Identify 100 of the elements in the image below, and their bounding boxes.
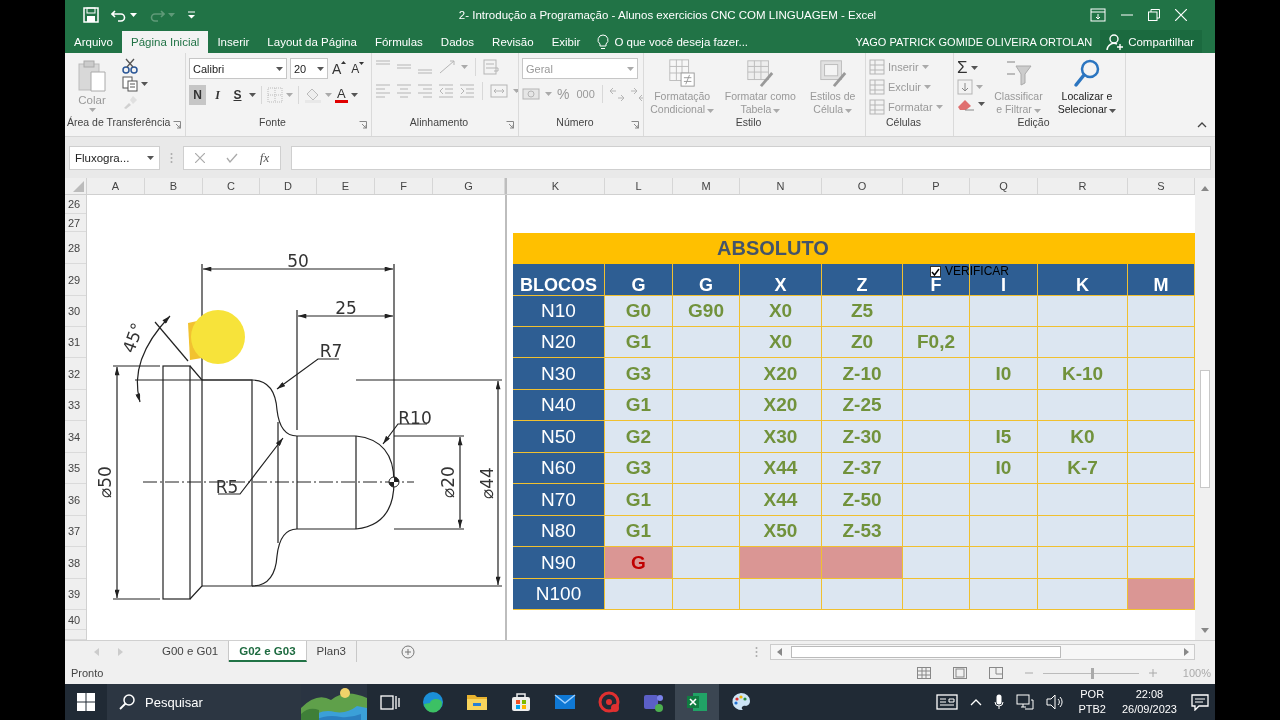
customize-icon[interactable] xyxy=(187,11,196,19)
notification-icon[interactable] xyxy=(1191,693,1209,711)
column-header[interactable]: E xyxy=(317,178,375,194)
column-header[interactable]: Q xyxy=(970,178,1038,194)
arrow-up-icon[interactable] xyxy=(1201,185,1209,191)
input-language[interactable]: POR xyxy=(1080,687,1105,702)
caret-icon[interactable] xyxy=(130,13,137,17)
page-break-view-icon[interactable] xyxy=(988,667,1003,679)
scrollbar-thumb[interactable] xyxy=(1200,370,1210,488)
decimal-arrow-icon[interactable] xyxy=(628,86,643,102)
speaker-icon[interactable] xyxy=(1046,694,1065,710)
ribbon-tab[interactable]: Revisão xyxy=(483,31,543,53)
network-icon[interactable] xyxy=(1016,694,1035,710)
ribbon-tab[interactable]: Layout da Página xyxy=(258,31,366,53)
grow-font-button[interactable]: A xyxy=(331,60,348,77)
keyboard-layout[interactable]: PTB2 xyxy=(1078,702,1106,717)
down-arrow-box-icon[interactable] xyxy=(957,79,973,95)
close-icon[interactable] xyxy=(1175,9,1187,21)
plus-circle-icon[interactable] xyxy=(400,644,415,659)
column-header[interactable]: C xyxy=(203,178,260,194)
indent-icon[interactable] xyxy=(438,84,454,98)
column-header[interactable]: P xyxy=(903,178,970,194)
scissors-icon[interactable] xyxy=(122,58,138,74)
column-header[interactable]: A xyxy=(87,178,145,194)
plus-icon[interactable] xyxy=(1148,669,1157,677)
horizontal-scrollbar[interactable] xyxy=(770,643,1195,660)
microphone-icon[interactable] xyxy=(994,694,1005,710)
caret-icon[interactable] xyxy=(141,82,148,86)
row-header[interactable]: 28 xyxy=(65,232,86,264)
collapse-icon[interactable] xyxy=(1197,122,1207,128)
row-header[interactable]: 31 xyxy=(65,327,86,358)
indent-icon[interactable] xyxy=(459,84,475,98)
arrow-down-icon[interactable] xyxy=(1201,627,1209,633)
insert-function-button[interactable]: fx xyxy=(259,149,270,166)
column-header[interactable]: M xyxy=(673,178,740,194)
search-box[interactable]: Pesquisar xyxy=(107,684,367,720)
enter-icon[interactable] xyxy=(226,152,239,163)
redo-icon[interactable] xyxy=(149,8,165,22)
fill-bucket-icon[interactable] xyxy=(304,87,322,103)
ribbon-button[interactable]: Localizar e Selecionar xyxy=(1051,58,1122,116)
scrollbar-thumb[interactable] xyxy=(791,645,1061,658)
slider-thumb[interactable] xyxy=(1090,667,1094,679)
caret-icon[interactable] xyxy=(978,102,985,106)
money-icon[interactable] xyxy=(522,86,542,102)
row-header[interactable]: 40 xyxy=(65,610,86,630)
column-header[interactable]: K xyxy=(507,178,605,194)
sum-button[interactable]: Σ xyxy=(957,58,985,77)
tell-me-field[interactable]: O que você deseja fazer... xyxy=(614,36,775,48)
undo-icon[interactable] xyxy=(111,8,127,22)
ribbon-tab[interactable]: Arquivo xyxy=(65,31,122,53)
copy-icon[interactable] xyxy=(122,76,138,92)
share-button[interactable]: Compartilhar xyxy=(1100,30,1202,53)
caret-icon[interactable] xyxy=(350,93,358,97)
dialog-launcher-icon[interactable] xyxy=(506,121,514,129)
caret-icon[interactable] xyxy=(249,93,256,97)
row-header[interactable]: 32 xyxy=(65,358,86,390)
clock-date[interactable]: 26/09/2023 xyxy=(1121,702,1177,717)
ribbon-tab[interactable]: Fórmulas xyxy=(365,31,432,53)
dialog-launcher-icon[interactable] xyxy=(173,121,181,129)
eraser-icon[interactable] xyxy=(957,97,975,111)
row-header[interactable]: 35 xyxy=(65,453,86,484)
font-size-dropdown[interactable]: 20 xyxy=(290,58,328,79)
name-box[interactable]: Fluxogra... xyxy=(69,145,160,170)
underline-button[interactable]: S xyxy=(229,85,246,105)
row-header[interactable]: 30 xyxy=(65,296,86,327)
row-header[interactable]: 39 xyxy=(65,579,86,610)
shrink-font-button[interactable]: A xyxy=(350,61,366,76)
start-icon[interactable] xyxy=(77,693,95,711)
bold-button[interactable]: N xyxy=(189,85,206,105)
ribbon-tab[interactable]: Dados xyxy=(431,31,484,53)
column-header[interactable]: R xyxy=(1038,178,1128,194)
column-header[interactable]: N xyxy=(740,178,822,194)
ribbon-display-icon[interactable] xyxy=(1090,8,1106,22)
ribbon-tab[interactable]: Exibir xyxy=(542,31,590,53)
select-all-icon[interactable] xyxy=(72,180,84,192)
news-icon[interactable] xyxy=(936,694,959,710)
column-header[interactable]: F xyxy=(375,178,433,194)
row-header[interactable]: 38 xyxy=(65,547,86,579)
column-header[interactable]: O xyxy=(822,178,903,194)
clock-time[interactable]: 22:08 xyxy=(1135,687,1164,702)
row-header[interactable]: 37 xyxy=(65,516,86,547)
row-header[interactable]: 27 xyxy=(65,214,86,232)
arrow-right-icon[interactable] xyxy=(1183,647,1189,656)
dialog-launcher-icon[interactable] xyxy=(359,121,367,129)
dialog-launcher-icon[interactable] xyxy=(631,121,639,129)
search-field[interactable]: Pesquisar xyxy=(143,693,293,711)
row-header[interactable]: 26 xyxy=(65,195,86,214)
column-header[interactable]: D xyxy=(260,178,317,194)
italic-button[interactable]: I xyxy=(209,85,226,105)
font-color-button[interactable]: A xyxy=(335,87,348,103)
font-name-dropdown[interactable]: Calibri xyxy=(189,58,287,79)
grid-view-icon[interactable] xyxy=(916,667,931,679)
chevron-up-icon[interactable] xyxy=(970,698,983,706)
angled-arrow-icon[interactable] xyxy=(438,59,456,75)
merge-cells-icon[interactable] xyxy=(490,83,508,99)
column-header[interactable]: L xyxy=(605,178,673,194)
decimal-arrow-icon[interactable] xyxy=(607,86,626,102)
save-icon[interactable] xyxy=(83,7,99,23)
ribbon-tab[interactable]: Inserir xyxy=(208,31,259,53)
formula-field[interactable] xyxy=(291,145,1211,170)
